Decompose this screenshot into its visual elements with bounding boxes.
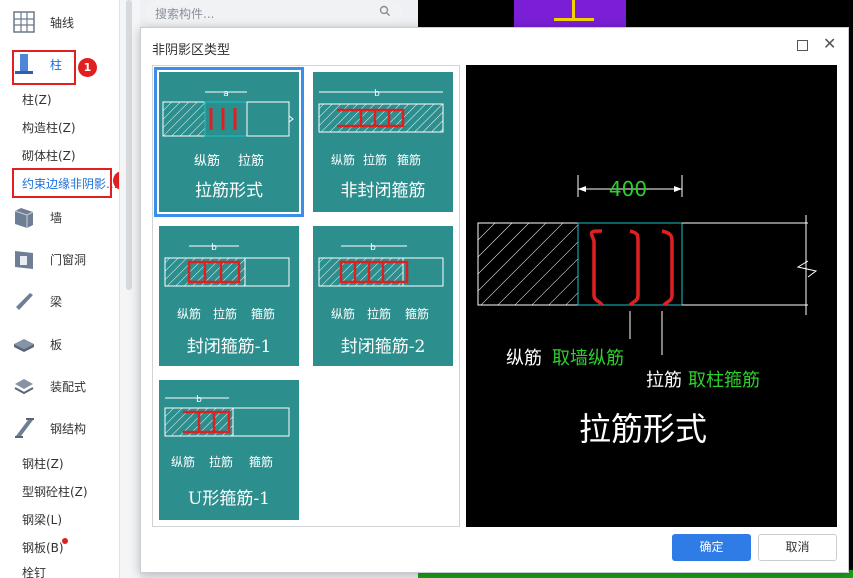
thumb-long-label: 纵筋 xyxy=(331,306,355,321)
sub-column-z[interactable]: 柱(Z) xyxy=(22,90,52,110)
cancel-button[interactable]: 取消 xyxy=(758,534,837,561)
thumb-tie-label: 拉筋 xyxy=(367,306,391,321)
nav-steel[interactable]: 钢结构 xyxy=(6,410,116,446)
prefab-icon xyxy=(14,379,34,395)
sub-steel-column[interactable]: 钢柱(Z) xyxy=(22,454,64,474)
canvas-yellow-line xyxy=(572,0,575,20)
canvas-purple-element xyxy=(514,0,626,28)
preview-tie-label: 拉筋 xyxy=(646,370,682,391)
option-closed-stirrup-1-label: 封闭箍筋-1 xyxy=(186,337,272,357)
nav-axis-label: 轴线 xyxy=(50,15,75,30)
nav-slab[interactable]: 板 xyxy=(6,326,116,362)
thumb-tie-label: 拉筋 xyxy=(238,153,264,169)
sub-masonry-column[interactable]: 砌体柱(Z) xyxy=(22,146,76,166)
preview-caption: 拉筋形式 xyxy=(579,410,707,448)
component-sidebar: 轴线 柱 1 柱(Z) 构造柱(Z) 砌体柱(Z) 约束边缘非阴影... 2 墙… xyxy=(0,0,120,578)
nav-prefab-label: 装配式 xyxy=(50,379,87,394)
option-tie-bar[interactable]: a 纵筋 拉筋 拉筋形式 xyxy=(154,67,304,217)
preview-panel: 400 纵筋 取墙纵筋 拉筋 取柱箍筋 拉筋形式 xyxy=(466,65,837,527)
sub-src-column[interactable]: 型钢砼柱(Z) xyxy=(22,482,88,502)
new-dot-indicator xyxy=(62,538,68,544)
sub-steel-beam[interactable]: 钢梁(L) xyxy=(22,510,62,530)
option-tie-bar-label: 拉筋形式 xyxy=(195,181,263,201)
sidebar-scroll-thumb[interactable] xyxy=(126,0,132,290)
option-u-stirrup-1[interactable]: b 纵筋 拉筋 箍筋 U形箍筋-1 xyxy=(159,380,299,520)
door-window-icon xyxy=(15,251,33,269)
dim-b-label: b xyxy=(196,395,202,405)
wall-icon xyxy=(14,208,34,228)
sub-stud[interactable]: 栓钉 xyxy=(22,563,46,578)
preview-long-label: 纵筋 xyxy=(506,348,542,369)
highlight-box-column xyxy=(12,50,76,85)
option-closed-stirrup-1[interactable]: b 纵筋 拉筋 箍筋 封闭箍筋-1 xyxy=(159,226,299,366)
dim-b-label: b xyxy=(374,89,380,99)
nav-beam[interactable]: 梁 xyxy=(6,283,116,319)
thumb-long-label: 纵筋 xyxy=(177,306,201,321)
thumb-stirrup-label: 箍筋 xyxy=(397,152,421,167)
dim-b-label: b xyxy=(370,243,376,253)
thumb-stirrup-label: 箍筋 xyxy=(251,306,275,321)
option-closed-stirrup-2-label: 封闭箍筋-2 xyxy=(340,337,426,357)
thumb-long-label: 纵筋 xyxy=(331,152,355,167)
nav-beam-label: 梁 xyxy=(50,294,63,309)
maximize-icon[interactable] xyxy=(797,40,808,51)
search-placeholder: 搜索构件... xyxy=(155,7,215,21)
thumb-tie-label: 拉筋 xyxy=(363,152,387,167)
preview-dimension: 400 xyxy=(609,177,647,201)
preview-tie-source: 取柱箍筋 xyxy=(688,370,760,391)
nav-axis[interactable]: 轴线 xyxy=(6,4,116,40)
canvas-yellow-line-2 xyxy=(554,18,594,21)
dim-b-label: b xyxy=(211,243,217,253)
search-icon xyxy=(379,5,391,17)
step-marker-1: 1 xyxy=(78,58,97,77)
nav-slab-label: 板 xyxy=(50,337,63,352)
thumb-stirrup-label: 箍筋 xyxy=(405,306,429,321)
close-icon[interactable]: ✕ xyxy=(823,34,836,53)
nav-prefab[interactable]: 装配式 xyxy=(6,368,116,404)
dialog-title: 非阴影区类型 xyxy=(152,43,231,58)
slab-icon xyxy=(14,339,34,352)
nav-door-window[interactable]: 门窗洞 xyxy=(6,241,116,277)
option-u-stirrup-1-label: U形箍筋-1 xyxy=(188,489,270,509)
confirm-button[interactable]: 确定 xyxy=(672,534,751,561)
type-options-grid: a 纵筋 拉筋 拉筋形式 b 纵筋 拉筋 箍筋 非封闭箍筋 b 纵筋 拉筋 箍筋… xyxy=(152,65,460,527)
component-search-input[interactable]: 搜索构件... xyxy=(145,0,403,24)
thumb-stirrup-label: 箍筋 xyxy=(249,454,273,469)
sub-steel-plate[interactable]: 钢板(B) xyxy=(22,538,64,558)
axis-grid-icon xyxy=(13,11,35,33)
option-open-stirrup-label: 非封闭箍筋 xyxy=(340,181,426,201)
sub-construct-column[interactable]: 构造柱(Z) xyxy=(22,118,76,138)
thumb-long-label: 纵筋 xyxy=(171,454,195,469)
nav-wall-label: 墙 xyxy=(50,210,63,225)
thumb-tie-label: 拉筋 xyxy=(209,454,233,469)
nonshadow-type-dialog: 非阴影区类型 ✕ a 纵筋 拉筋 拉筋形式 b 纵筋 拉筋 箍筋 非封闭箍筋 b… xyxy=(140,27,849,573)
option-open-stirrup[interactable]: b 纵筋 拉筋 箍筋 非封闭箍筋 xyxy=(313,72,453,212)
dim-a-label: a xyxy=(223,89,229,99)
preview-long-source: 取墙纵筋 xyxy=(552,348,624,369)
nav-wall[interactable]: 墙 xyxy=(6,199,116,235)
steel-structure-icon xyxy=(15,418,34,438)
beam-icon xyxy=(16,293,33,310)
highlight-box-edge xyxy=(12,168,112,198)
thumb-long-label: 纵筋 xyxy=(194,153,220,169)
preview-diagram: 400 纵筋 取墙纵筋 拉筋 取柱箍筋 拉筋形式 xyxy=(477,175,818,448)
nav-door-label: 门窗洞 xyxy=(50,252,87,267)
option-closed-stirrup-2[interactable]: b 纵筋 拉筋 箍筋 封闭箍筋-2 xyxy=(313,226,453,366)
nav-steel-label: 钢结构 xyxy=(50,421,87,436)
thumb-tie-label: 拉筋 xyxy=(213,306,237,321)
